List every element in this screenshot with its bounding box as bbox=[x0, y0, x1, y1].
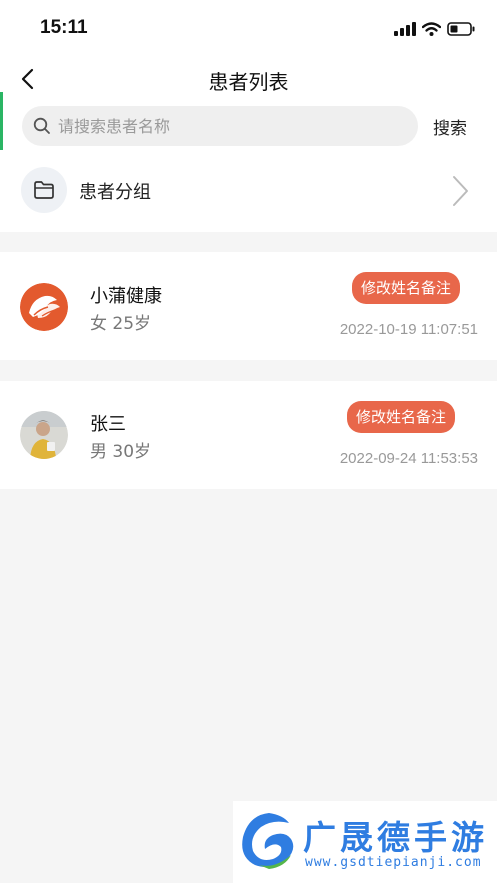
folder-icon bbox=[34, 181, 54, 199]
patient-time: 2022-10-19 11:07:51 bbox=[339, 321, 478, 338]
signal-icon bbox=[394, 22, 416, 36]
watermark: 广晟德手游 www.gsdtiepianji.com bbox=[233, 801, 497, 883]
wifi-icon bbox=[422, 22, 441, 36]
page-title: 患者列表 bbox=[208, 70, 289, 94]
watermark-title: 广晟德手游 bbox=[303, 818, 488, 857]
patient-group-row[interactable]: 患者分组 bbox=[0, 160, 497, 222]
avatar bbox=[20, 283, 68, 331]
patient-name: 张三 bbox=[90, 414, 126, 435]
edit-remark-button[interactable]: 修改姓名备注 bbox=[347, 401, 456, 433]
folder-icon-wrapper bbox=[21, 167, 67, 213]
patient-info: 女 25岁 bbox=[90, 314, 152, 334]
patient-name: 小蒲健康 bbox=[90, 286, 162, 307]
search-input[interactable] bbox=[58, 106, 408, 146]
patient-time: 2022-09-24 11:53:53 bbox=[339, 450, 478, 467]
watermark-url: www.gsdtiepianji.com bbox=[305, 855, 482, 870]
avatar bbox=[20, 411, 68, 459]
search-button[interactable]: 搜索 bbox=[433, 114, 467, 139]
patient-card[interactable]: 张三 男 30岁 修改姓名备注 2022-09-24 11:53:53 bbox=[0, 381, 497, 489]
patient-card[interactable]: 小蒲健康 女 25岁 修改姓名备注 2022-10-19 11:07:51 bbox=[0, 252, 497, 360]
edge-indicator bbox=[0, 92, 3, 150]
group-label: 患者分组 bbox=[79, 182, 151, 203]
status-bar: 15:11 bbox=[0, 0, 497, 56]
watermark-logo-icon bbox=[242, 813, 294, 869]
patient-info: 男 30岁 bbox=[90, 442, 152, 462]
status-time: 15:11 bbox=[40, 17, 88, 38]
battery-icon bbox=[447, 22, 475, 36]
status-icons bbox=[394, 20, 475, 38]
chevron-right-icon bbox=[453, 176, 468, 206]
search-box[interactable] bbox=[22, 106, 418, 146]
nav-bar: 患者列表 bbox=[0, 56, 497, 102]
search-icon bbox=[33, 117, 50, 134]
edit-remark-button[interactable]: 修改姓名备注 bbox=[352, 272, 461, 304]
